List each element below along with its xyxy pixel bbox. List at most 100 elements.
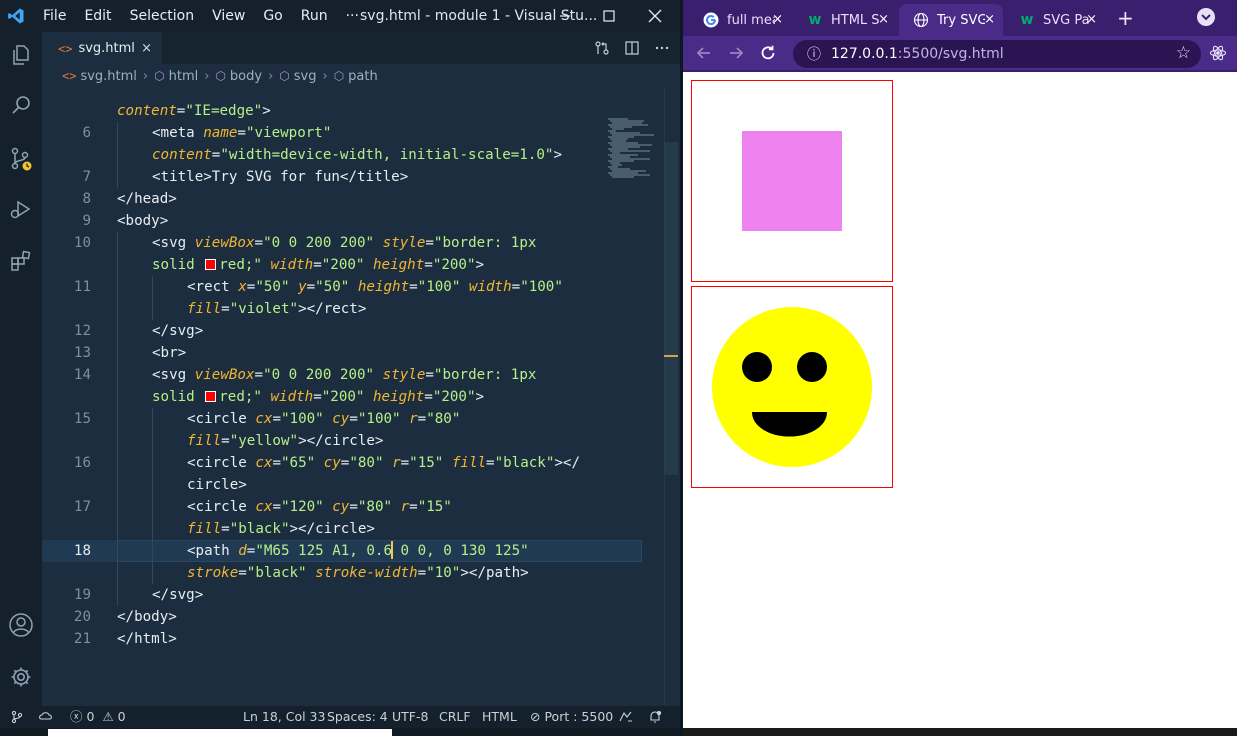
react-devtools-icon[interactable] (1207, 42, 1229, 64)
code-token: > (553, 147, 563, 163)
branch-icon[interactable] (10, 706, 24, 728)
code-line[interactable]: stroke="black" stroke-width="10"></path> (42, 562, 642, 584)
code-line[interactable]: 15 <circle cx="100" cy="100" r="80" (42, 408, 642, 430)
indentation[interactable]: Spaces: 4 (327, 706, 388, 728)
code-token: </body> (117, 609, 177, 625)
site-info-icon[interactable]: ⓘ (807, 44, 821, 64)
code-token: = (425, 367, 434, 383)
code-line[interactable]: solid red;" width="200" height="200"> (42, 386, 642, 408)
breadcrumb-body[interactable]: ⬡ body (215, 69, 262, 84)
code-line[interactable]: content="width=device-width, initial-sca… (42, 144, 642, 166)
code-line[interactable]: 19 </svg> (42, 584, 642, 606)
account-icon[interactable] (6, 610, 36, 640)
menu-file[interactable]: File (34, 0, 75, 32)
end-of-line[interactable]: CRLF (439, 706, 471, 728)
code-line[interactable]: solid red;" width="200" height="200"> (42, 254, 642, 276)
manage-gear-icon[interactable] (6, 662, 36, 692)
color-swatch-red[interactable] (205, 391, 217, 402)
encoding[interactable]: UTF-8 (392, 706, 428, 728)
code-line[interactable]: fill="black"></circle> (42, 518, 642, 540)
tab-close-icon[interactable]: × (772, 12, 783, 27)
close-window-button[interactable] (632, 0, 678, 32)
forward-arrow-icon[interactable] (725, 42, 747, 64)
breadcrumb-path[interactable]: ⬡ path (334, 69, 378, 84)
split-editor-icon[interactable] (624, 40, 640, 56)
code-token: = (237, 125, 246, 141)
language-mode[interactable]: HTML (482, 706, 517, 728)
reload-icon[interactable] (757, 42, 779, 64)
code-line[interactable]: fill="violet"></rect> (42, 298, 642, 320)
code-line[interactable]: 10 <svg viewBox="0 0 200 200" style="bord… (42, 232, 642, 254)
browser-tab-html-svg[interactable]: w HTML S × (793, 4, 897, 36)
code-token: = (486, 455, 495, 471)
code-line[interactable]: 11 <rect x="50" y="50" height="100" width… (42, 276, 642, 298)
remote-sync-icon[interactable] (38, 706, 54, 728)
tab-close-icon[interactable]: × (141, 41, 152, 56)
bookmark-star-icon[interactable]: ☆ (1176, 43, 1191, 63)
live-server-port[interactable]: ⊘ Port : 5500 (530, 706, 613, 728)
tab-close-icon[interactable]: × (984, 12, 995, 27)
breadcrumb-html[interactable]: ⬡ html (154, 69, 198, 84)
source-control-icon[interactable] (6, 144, 36, 174)
code-text: </svg> (152, 584, 203, 606)
code-line[interactable]: 9 <body> (42, 210, 642, 232)
feedback-icon[interactable] (618, 706, 634, 728)
tab-close-icon[interactable]: × (878, 12, 889, 27)
new-tab-button[interactable]: + (1117, 6, 1134, 30)
editor-tab-svg-html[interactable]: <> svg.html × (42, 32, 162, 64)
menu-selection[interactable]: Selection (121, 0, 204, 32)
code-line[interactable]: 8 </head> (42, 188, 642, 210)
code-line[interactable]: fill="yellow"></circle> (42, 430, 642, 452)
element-icon: ⬡ (215, 69, 226, 83)
code-line[interactable]: 20 </body> (42, 606, 642, 628)
code-line[interactable]: 6 <meta name="viewport" (42, 122, 642, 144)
code-line[interactable]: 21 </html> (42, 628, 642, 650)
run-debug-icon[interactable] (6, 194, 36, 224)
back-arrow-icon[interactable] (693, 42, 715, 64)
tab-close-icon[interactable]: × (1086, 12, 1097, 27)
smiley-mouth (752, 411, 827, 437)
menu-go[interactable]: Go (254, 0, 291, 32)
browser-tab-svg-path[interactable]: w SVG Pa × (1005, 4, 1105, 36)
code-line[interactable]: 16 <circle cx="65" cy="80" r="15" fill="b… (42, 452, 642, 474)
code-line[interactable]: 12 </svg> (42, 320, 642, 342)
minimize-button[interactable] (542, 0, 588, 32)
code-line[interactable]: content="IE=edge"> (42, 100, 642, 122)
code-line[interactable]: 7 <title>Try SVG for fun</title> (42, 166, 642, 188)
browser-tab-google[interactable]: full mea × (689, 4, 791, 36)
code-editor[interactable]: content="IE=edge"> 6 <meta name="viewport"… (42, 88, 642, 706)
scrollbar-thumb[interactable] (664, 142, 678, 475)
explorer-icon[interactable] (6, 40, 36, 70)
maximize-button[interactable] (586, 0, 632, 32)
problems-indicator[interactable]: ⓧ 0 ⚠ 0 (70, 706, 126, 728)
open-changes-icon[interactable] (594, 40, 610, 56)
code-line[interactable]: 17 <circle cx="120" cy="80" r="15" (42, 496, 642, 518)
code-line[interactable]: circle> (42, 474, 642, 496)
code-token: "200" (321, 389, 374, 405)
code-text: solid red;" width="200" height="200"> (152, 254, 484, 276)
menu-edit[interactable]: Edit (75, 0, 120, 32)
search-icon[interactable] (6, 90, 36, 120)
color-swatch-red[interactable] (205, 259, 217, 270)
browser-tab-try-svg[interactable]: Try SVG × (899, 4, 1003, 36)
code-token: > (460, 565, 469, 581)
code-token: = (306, 279, 316, 295)
code-token: fill (187, 433, 222, 449)
code-token: </html> (117, 631, 177, 647)
extensions-icon[interactable] (6, 246, 36, 276)
tab-search-icon[interactable] (1197, 8, 1215, 26)
breadcrumb-file[interactable]: <> svg.html (62, 69, 137, 84)
more-actions-icon[interactable] (654, 40, 670, 56)
cursor-position[interactable]: Ln 18, Col 33 (243, 706, 325, 728)
code-line[interactable]: 13 <br> (42, 342, 642, 364)
notifications-bell-icon[interactable] (648, 706, 662, 728)
breadcrumb-svg[interactable]: ⬡ svg (279, 69, 316, 84)
code-line[interactable]: 18 <path d="M65 125 A1, 0.6 0 0, 0 130 12… (42, 540, 642, 562)
code-token: = (400, 455, 410, 471)
menu-run[interactable]: Run (292, 0, 337, 32)
address-bar[interactable]: ⓘ 127.0.0.1:5500/svg.html ☆ (793, 40, 1201, 68)
minimap[interactable] (606, 88, 664, 478)
code-line[interactable]: 14 <svg viewBox="0 0 200 200" style="bord… (42, 364, 642, 386)
code-token: "80" (349, 455, 393, 471)
menu-view[interactable]: View (203, 0, 254, 32)
